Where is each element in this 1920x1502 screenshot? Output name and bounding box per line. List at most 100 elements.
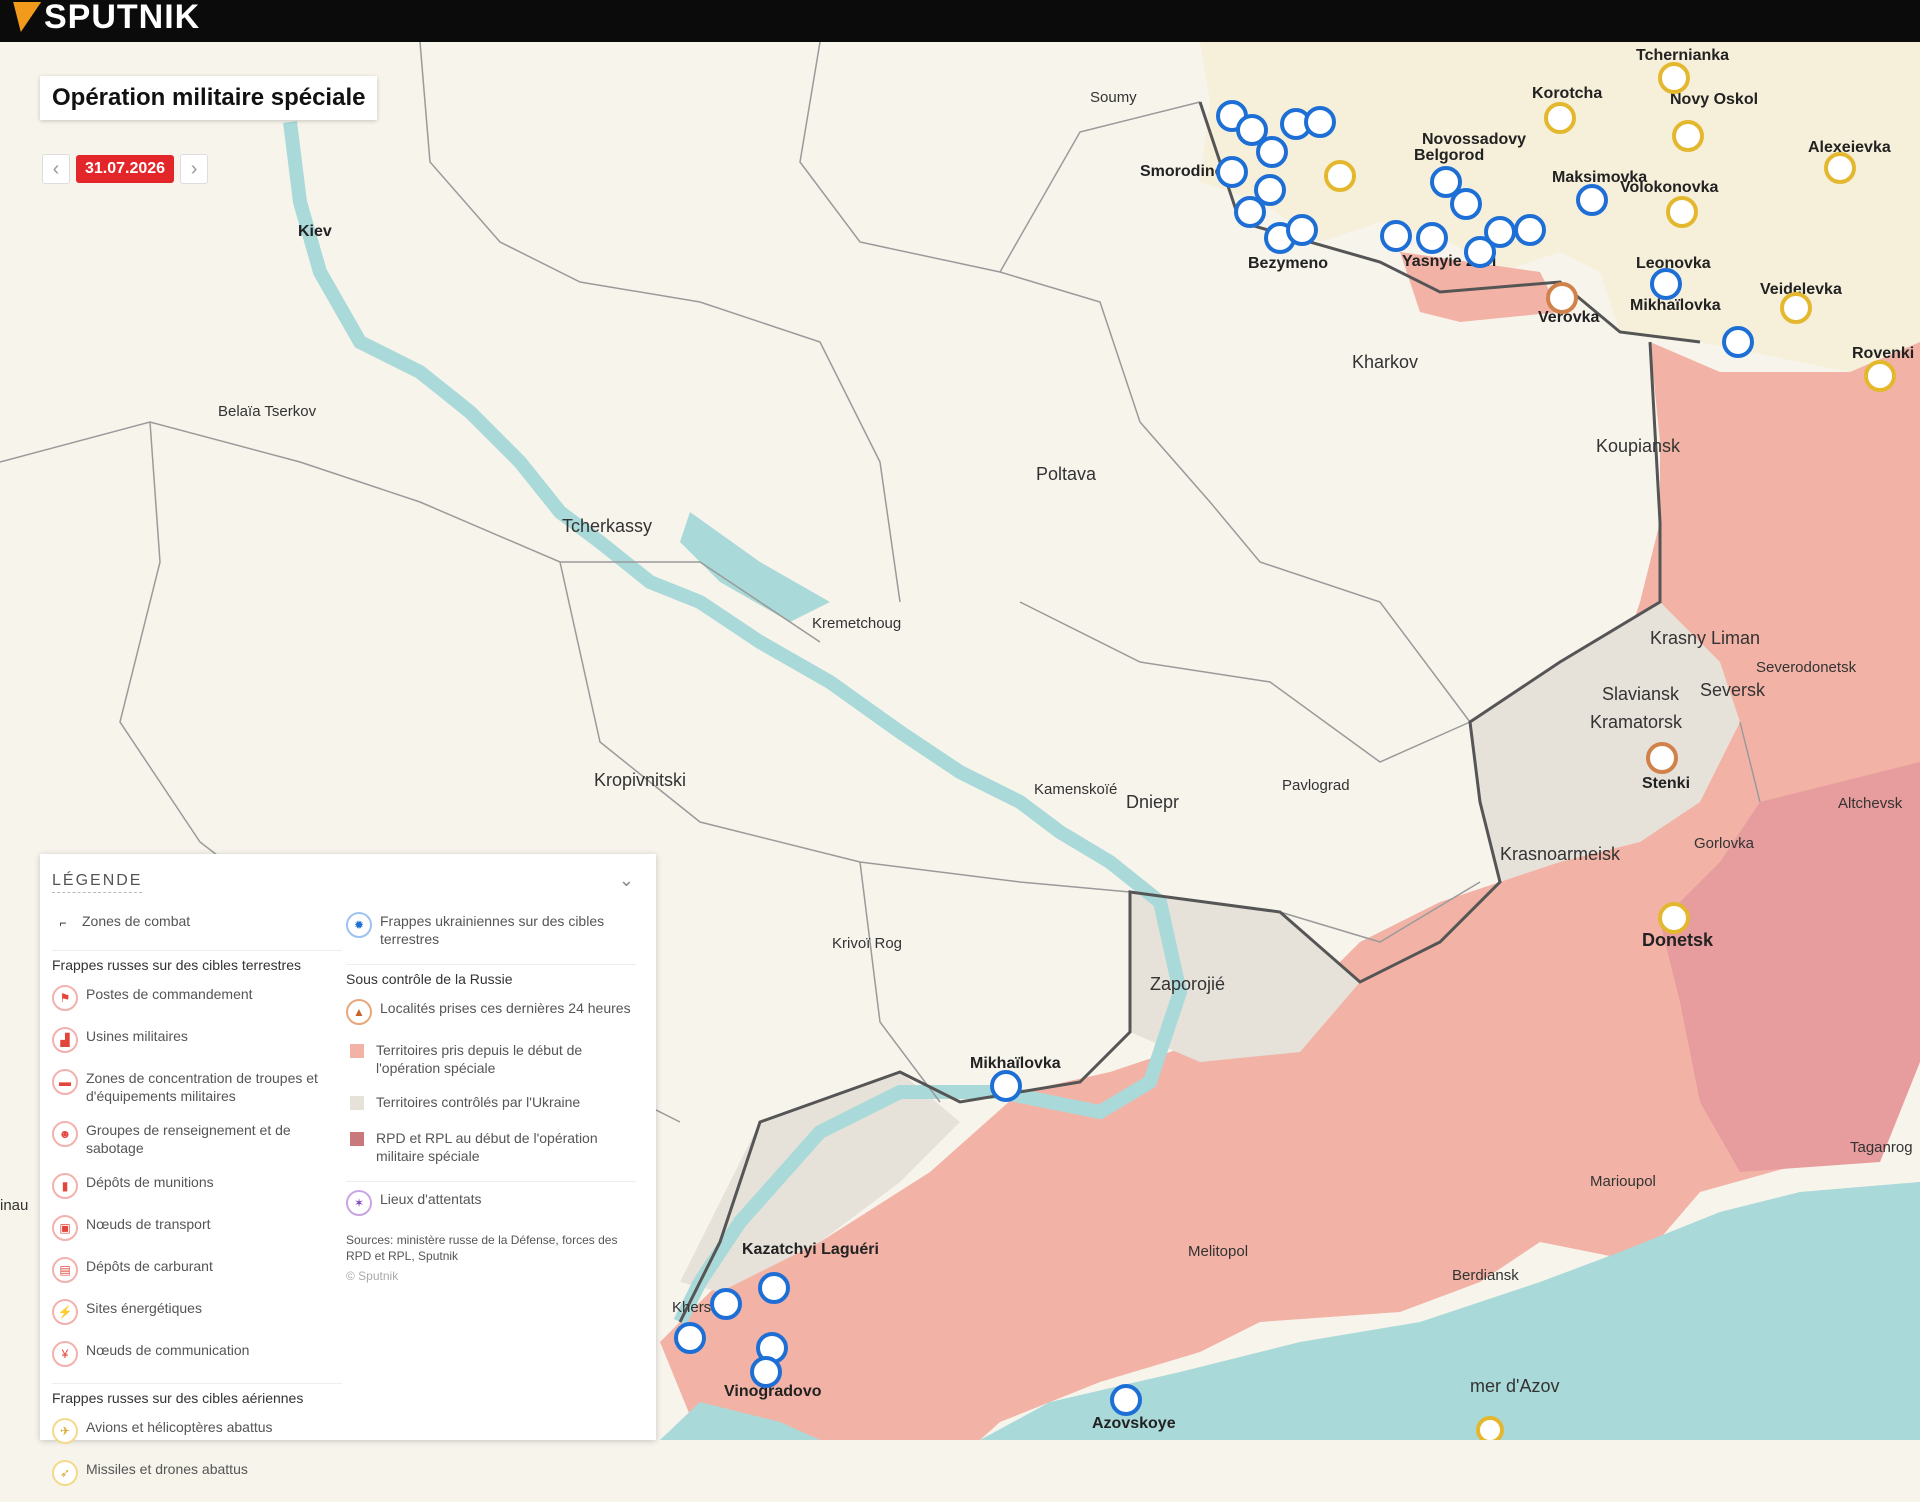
strike-marker <box>1650 268 1682 300</box>
air-marker <box>1544 102 1576 134</box>
svg-text:Koupiansk: Koupiansk <box>1596 436 1681 456</box>
legend-item-attacks: ✶ Lieux d'attentats <box>346 1181 636 1216</box>
legend-column-left: ⌐ Zones de combat Frappes russes sur des … <box>52 912 342 1502</box>
svg-text:Mikhaïlovka: Mikhaïlovka <box>1630 297 1721 314</box>
svg-text:Leonovka: Leonovka <box>1636 255 1711 272</box>
power-tower-icon: ⚡ <box>52 1299 78 1325</box>
legend-title: LÉGENDE <box>52 872 143 893</box>
svg-text:Azovskoye: Azovskoye <box>1092 1415 1176 1432</box>
chevron-right-icon: › <box>190 157 198 180</box>
legend-item-factories: ▟ Usines militaires <box>52 1027 342 1053</box>
captured-marker <box>1546 282 1578 314</box>
legend-copyright: © Sputnik <box>346 1269 399 1283</box>
air-marker <box>1476 1416 1504 1440</box>
svg-text:Gorlovka: Gorlovka <box>1694 835 1755 852</box>
svg-text:Severodonetsk: Severodonetsk <box>1756 659 1857 676</box>
svg-text:Kiev: Kiev <box>298 223 332 240</box>
strike-marker <box>1234 196 1266 228</box>
svg-text:Seversk: Seversk <box>1700 680 1766 700</box>
svg-text:Berdiansk: Berdiansk <box>1452 1267 1519 1284</box>
air-marker <box>1864 360 1896 392</box>
air-marker <box>1780 292 1812 324</box>
air-marker <box>1672 120 1704 152</box>
legend-item-fuel: ▤ Dépôts de carburant <box>52 1257 342 1283</box>
svg-text:Altchevsk: Altchevsk <box>1838 795 1903 812</box>
chevron-down-icon: ⌄ <box>618 870 634 890</box>
svg-text:inau: inau <box>0 1197 28 1214</box>
svg-text:Slaviansk: Slaviansk <box>1602 684 1680 704</box>
strike-marker <box>1256 136 1288 168</box>
strike-marker <box>1722 326 1754 358</box>
svg-text:Kramatorsk: Kramatorsk <box>1590 712 1683 732</box>
svg-text:Mikhaïlovka: Mikhaïlovka <box>970 1055 1061 1072</box>
svg-text:Kamenskoïé: Kamenskoïé <box>1034 781 1117 798</box>
legend-panel: LÉGENDE ⌄ ⌐ Zones de combat Frappes russe… <box>40 854 656 1486</box>
missile-icon: ➶ <box>52 1460 78 1486</box>
svg-text:Melitopol: Melitopol <box>1188 1243 1248 1260</box>
legend-item-missiles: ➶ Missiles et drones abattus <box>52 1460 342 1486</box>
legend-air-title: Frappes russes sur des cibles aériennes <box>52 1383 342 1406</box>
svg-text:Marioupol: Marioupol <box>1590 1173 1656 1190</box>
fuel-icon: ▤ <box>52 1257 78 1283</box>
legend-item-transport: ▣ Nœuds de transport <box>52 1215 342 1241</box>
svg-text:Krivoï Rog: Krivoï Rog <box>832 935 902 952</box>
strike-marker <box>1216 156 1248 188</box>
svg-text:Tcherkassy: Tcherkassy <box>562 516 652 536</box>
svg-text:Belgorod: Belgorod <box>1414 147 1484 164</box>
sputnik-logo[interactable]: SPUTNIK <box>6 0 201 36</box>
svg-text:Alexeievka: Alexeievka <box>1808 139 1891 156</box>
legend-item-troops: ▬ Zones de concentration de troupes et d'… <box>52 1069 342 1105</box>
prev-date-button[interactable]: ‹ <box>42 154 70 184</box>
air-marker <box>1324 160 1356 192</box>
air-marker <box>1658 902 1690 934</box>
flag-icon: ⚑ <box>52 985 78 1011</box>
svg-text:Kropivnitski: Kropivnitski <box>594 770 686 790</box>
current-date[interactable]: 31.07.2026 <box>76 155 175 183</box>
ammo-icon: ▮ <box>52 1173 78 1199</box>
truck-icon: ▬ <box>52 1069 78 1095</box>
legend-item-energy: ⚡ Sites énergétiques <box>52 1299 342 1325</box>
legend-sources: Sources: ministère russe de la Défense, … <box>346 1233 618 1263</box>
strike-marker <box>674 1322 706 1354</box>
chevron-left-icon: ‹ <box>52 157 60 180</box>
svg-text:Kazatchyi Laguéri: Kazatchyi Laguéri <box>742 1241 879 1258</box>
sputnik-logo-mark <box>6 2 42 32</box>
plane-icon: ✈ <box>52 1418 78 1444</box>
svg-text:Soumy: Soumy <box>1090 89 1137 106</box>
svg-text:Taganrog: Taganrog <box>1850 1139 1913 1156</box>
svg-text:Kharkov: Kharkov <box>1352 352 1418 372</box>
legend-column-right: ✹ Frappes ukrainiennes sur des cibles ter… <box>346 912 636 1284</box>
legend-item-ukraine: Territoires contrôlés par l'Ukraine <box>346 1093 636 1113</box>
legend-item-combat: ⌐ Zones de combat <box>52 912 342 934</box>
rifle-icon: ⌐ <box>52 912 74 934</box>
svg-text:Korotcha: Korotcha <box>1532 85 1602 102</box>
svg-text:Zaporojié: Zaporojié <box>1150 974 1225 994</box>
next-date-button[interactable]: › <box>180 154 209 184</box>
strike-marker <box>1110 1384 1142 1416</box>
legend-item-command: ⚑ Postes de commandement <box>52 985 342 1011</box>
svg-text:Stenki: Stenki <box>1642 775 1690 792</box>
svg-text:Kremetchoug: Kremetchoug <box>812 615 901 632</box>
legend-control-title: Sous contrôle de la Russie <box>346 964 636 987</box>
air-marker <box>1666 196 1698 228</box>
svg-text:Krasnoarmeisk: Krasnoarmeisk <box>1500 844 1621 864</box>
explosion-icon: ✹ <box>346 912 372 938</box>
air-marker <box>1658 62 1690 94</box>
air-marker <box>1824 152 1856 184</box>
legend-item-comm: ¥ Nœuds de communication <box>52 1341 342 1367</box>
strike-marker <box>1304 106 1336 138</box>
collapse-legend-button[interactable]: ⌄ <box>619 870 634 891</box>
strike-marker <box>710 1288 742 1320</box>
strike-marker <box>1286 214 1318 246</box>
attack-icon: ✶ <box>346 1190 372 1216</box>
strike-marker <box>1484 216 1516 248</box>
legend-item-taken: Territoires pris depuis le début de l'op… <box>346 1041 636 1077</box>
svg-text:mer d'Azov: mer d'Azov <box>1470 1376 1559 1396</box>
brand-name: SPUTNIK <box>44 0 201 36</box>
map-title-card: Opération militaire spéciale <box>40 76 378 120</box>
train-icon: ▣ <box>52 1215 78 1241</box>
strike-marker <box>1380 220 1412 252</box>
ukraine-swatch <box>350 1096 364 1110</box>
legend-item-ammo: ▮ Dépôts de munitions <box>52 1173 342 1199</box>
svg-text:Rovenki: Rovenki <box>1852 345 1914 362</box>
